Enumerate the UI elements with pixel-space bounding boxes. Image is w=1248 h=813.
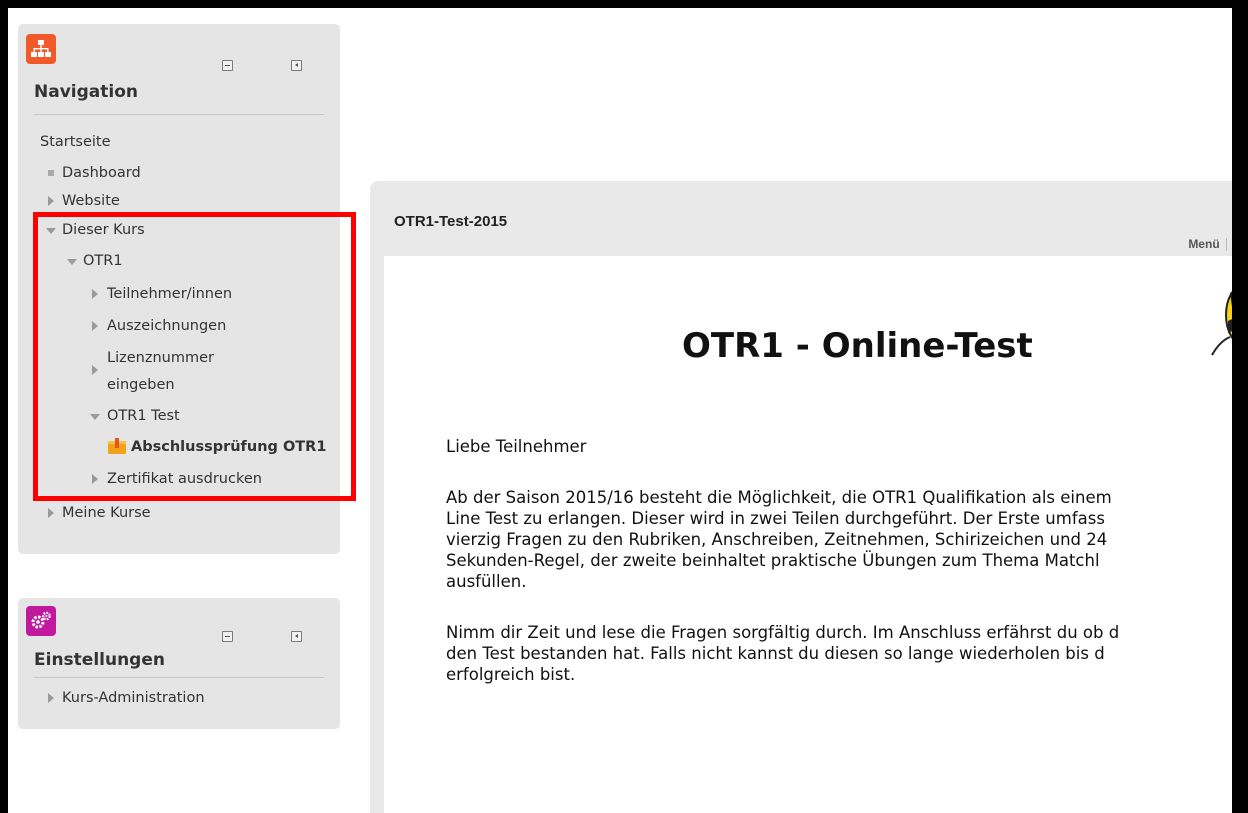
nav-website[interactable]: Website [62,192,120,210]
settings-title: Einstellungen [34,650,165,670]
divider [34,114,324,115]
hide-block-button[interactable] [222,631,233,642]
nav-otr1-test[interactable]: OTR1 Test [107,407,180,425]
content-area: OTR1 - Online-Test Liebe Teilnehmer Ab d… [384,256,1232,813]
menu-link[interactable]: Menü [1188,237,1219,251]
divider [34,677,324,678]
hide-block-button[interactable] [222,60,233,71]
navigation-block: Navigation Startseite Dashboard Website … [18,24,340,554]
paragraph-line: vierzig Fragen zu den Rubriken, Anschrei… [446,530,1108,549]
main-content-frame: OTR1-Test-2015 MenüT OTR1 - Online-Test … [370,181,1232,813]
paragraph-line: Ab der Saison 2015/16 besteht die Möglic… [446,488,1112,507]
paragraph-line: Sekunden-Regel, der zweite beinhaltet pr… [446,551,1100,570]
paragraph-line: den Test bestanden hat. Falls nicht kann… [446,644,1105,663]
nav-abschlusspruefung[interactable]: Abschlussprüfung OTR1 [131,438,326,456]
nav-lizenz-line1[interactable]: Lizenznummer [107,349,214,367]
frame-title: OTR1-Test-2015 [394,213,508,230]
content-heading: OTR1 - Online-Test [682,326,1033,366]
bullet-icon [48,170,54,176]
collapse-arrow-icon[interactable] [46,228,56,234]
logo-image [1210,281,1232,365]
collapse-arrow-icon[interactable] [67,259,77,265]
nav-teilnehmer[interactable]: Teilnehmer/innen [107,285,232,303]
expand-arrow-icon[interactable] [92,474,98,484]
nav-dieser-kurs[interactable]: Dieser Kurs [62,221,145,239]
expand-arrow-icon[interactable] [92,321,98,331]
dock-block-button[interactable] [291,631,302,642]
nav-meine-kurse[interactable]: Meine Kurse [62,504,151,522]
quiz-icon [108,438,126,454]
page: Navigation Startseite Dashboard Website … [8,8,1232,813]
nav-otr1[interactable]: OTR1 [83,252,123,270]
dock-block-button[interactable] [291,60,302,71]
paragraph-line: Nimm dir Zeit und lese die Fragen sorgfä… [446,623,1120,642]
expand-arrow-icon[interactable] [48,693,54,703]
paragraph-line: Line Test zu erlangen. Dieser wird in zw… [446,509,1105,528]
expand-arrow-icon[interactable] [48,196,54,206]
nav-dashboard[interactable]: Dashboard [62,164,141,182]
settings-block: Einstellungen Kurs-Administration [18,598,340,729]
frame-menu: MenüT [1188,237,1232,252]
paragraph-line: ausfüllen. [446,572,527,591]
greeting-text: Liebe Teilnehmer [446,437,587,456]
expand-arrow-icon[interactable] [48,508,54,518]
nav-kurs-administration[interactable]: Kurs-Administration [62,689,205,707]
nav-auszeichnungen[interactable]: Auszeichnungen [107,317,226,335]
collapse-arrow-icon[interactable] [90,414,100,420]
sitemap-icon [26,34,56,64]
expand-arrow-icon[interactable] [92,289,98,299]
nav-lizenz-line2[interactable]: eingeben [107,376,175,394]
nav-zertifikat[interactable]: Zertifikat ausdrucken [107,470,262,488]
menu-separator [1225,238,1227,252]
navigation-title: Navigation [34,82,138,102]
paragraph-line: erfolgreich bist. [446,665,576,684]
gears-icon [26,606,56,636]
expand-arrow-icon[interactable] [92,365,98,375]
nav-startseite[interactable]: Startseite [40,133,111,151]
